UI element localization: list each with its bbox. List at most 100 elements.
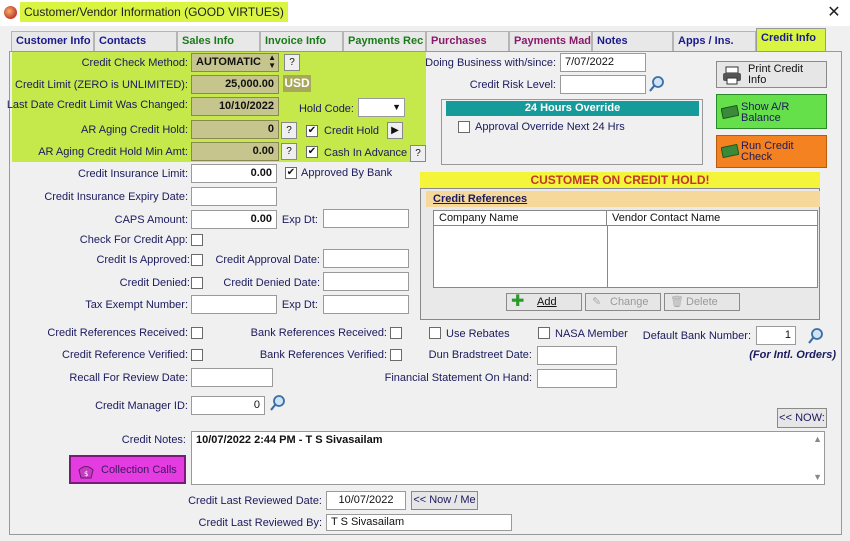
chevron-down-icon[interactable]: ▼ [392,99,401,116]
nasa-member-checkbox[interactable] [538,327,550,339]
ar-aging-hold-label: AR Aging Credit Hold: [81,124,188,136]
tab-payments-rec[interactable]: Payments Rec [343,31,426,51]
check-credit-app-label: Check For Credit App: [79,234,188,246]
credit-denied-date-field[interactable] [323,272,409,291]
tab-notes[interactable]: Notes [592,31,673,51]
add-reference-button[interactable]: ✚ Add [506,293,582,311]
tab-customer-info[interactable]: Customer Info [11,31,94,51]
column-header-vendor-contact[interactable]: Vendor Contact Name [607,211,817,226]
override-checkbox-label: Approval Override Next 24 Hrs [475,121,625,133]
change-reference-button[interactable]: ✎ Change [585,293,661,311]
caps-exp-dt-field[interactable] [323,209,409,228]
credit-approval-date-field[interactable] [323,249,409,268]
scroll-down-icon[interactable]: ▼ [813,472,822,482]
last-changed-field[interactable]: 10/10/2022 [191,97,279,116]
check-method-help-button[interactable]: ? [284,54,300,71]
use-rebates-checkbox[interactable] [429,327,441,339]
insurance-expiry-label: Credit Insurance Expiry Date: [44,191,188,203]
delete-reference-button[interactable]: 🗑 Delete [664,293,740,311]
tab-contacts[interactable]: Contacts [94,31,177,51]
scroll-up-icon[interactable]: ▲ [813,434,822,444]
last-changed-label: Last Date Credit Limit Was Changed: [6,99,188,111]
print-button-label: Print Credit Info [748,63,804,86]
credit-approved-label: Credit Is Approved: [96,254,190,266]
cr-verified-checkbox[interactable] [191,349,203,361]
caps-amount-label: CAPS Amount: [114,214,188,226]
check-method-select[interactable]: AUTOMATIC ▲ ▼ [191,53,279,72]
tab-apps-ins[interactable]: Apps / Ins. [673,31,756,51]
cash-in-advance-help-button[interactable]: ? [410,145,426,162]
credit-hold-arrow-button[interactable]: ▶ [387,122,403,139]
check-credit-app-checkbox[interactable] [191,234,203,246]
credit-manager-field[interactable]: 0 [191,396,265,415]
insurance-limit-field[interactable]: 0.00 [191,164,277,183]
tab-credit-info[interactable]: Credit Info [756,28,826,51]
tab-label: Contacts [99,35,147,47]
ar-aging-min-help-button[interactable]: ? [281,143,297,160]
tab-label: Payments Rec [348,35,424,47]
credit-denied-checkbox[interactable] [191,277,203,289]
override-title: 24 Hours Override [446,101,699,116]
financial-statement-label: Financial Statement On Hand: [384,372,532,384]
ar-aging-min-field[interactable]: 0.00 [191,142,279,161]
credit-approval-date-label: Credit Approval Date: [215,254,320,266]
column-header-company[interactable]: Company Name [434,211,607,226]
collection-calls-label: Collection Calls [101,464,177,476]
search-icon[interactable] [806,326,826,346]
override-checkbox[interactable] [458,121,470,133]
caps-amount-field[interactable]: 0.00 [191,210,277,229]
last-reviewed-date-label: Credit Last Reviewed Date: [188,495,322,507]
money-icon [720,143,740,161]
collection-calls-button[interactable]: $ Collection Calls [69,455,186,484]
change-label: Change [610,296,649,308]
printer-icon [722,65,742,88]
bank-verified-checkbox[interactable] [390,349,402,361]
tab-invoice-info[interactable]: Invoice Info [260,31,343,51]
tab-purchases[interactable]: Purchases [426,31,509,51]
tax-exempt-field[interactable] [191,295,277,314]
credit-notes-field[interactable]: 10/07/2022 2:44 PM - T S Sivasailam ▲ ▼ [191,431,825,485]
recall-review-field[interactable] [191,368,273,387]
nasa-member-label: NASA Member [555,328,628,340]
default-bank-field[interactable]: 1 [756,326,796,345]
currency-badge: USD [283,75,311,92]
search-icon[interactable] [268,393,288,413]
now-button[interactable]: << NOW: [777,408,827,428]
cash-in-advance-checkbox[interactable]: ✔ [306,146,318,158]
tab-sales-info[interactable]: Sales Info [177,31,260,51]
cash-in-advance-label: Cash In Advance [324,147,408,159]
insurance-expiry-field[interactable] [191,187,277,206]
last-reviewed-by-field[interactable]: T S Sivasailam [326,514,512,531]
spinner-icon[interactable]: ▲ ▼ [268,54,276,70]
credit-approved-checkbox[interactable] [191,254,203,266]
close-icon[interactable]: ✕ [824,3,844,23]
approved-by-bank-checkbox[interactable]: ✔ [285,167,297,179]
run-credit-check-button[interactable]: Run Credit Check [716,135,827,168]
credit-hold-checkbox[interactable]: ✔ [306,125,318,137]
cr-received-checkbox[interactable] [191,327,203,339]
hold-code-select[interactable]: ▼ [358,98,405,117]
credit-risk-field[interactable] [560,75,646,94]
run-credit-label: Run Credit Check [741,140,794,163]
window-title: Customer/Vendor Information (GOOD VIRTUE… [20,2,288,22]
print-credit-info-button[interactable]: Print Credit Info [716,61,827,88]
search-icon[interactable] [647,74,667,94]
now-me-button[interactable]: << Now / Me [411,491,478,510]
financial-statement-field[interactable] [537,369,617,388]
tab-payments-made[interactable]: Payments Made [509,31,592,51]
tab-label: Invoice Info [265,35,327,47]
default-bank-label: Default Bank Number: [642,330,751,342]
dun-bradstreet-field[interactable] [537,346,617,365]
ar-aging-hold-field[interactable]: 0 [191,120,279,139]
credit-manager-label: Credit Manager ID: [95,400,188,412]
tax-exp-dt-field[interactable] [323,295,409,314]
dun-bradstreet-label: Dun Bradstreet Date: [428,349,532,361]
show-ar-balance-button[interactable]: Show A/R Balance [716,94,827,129]
credit-limit-field[interactable]: 25,000.00 [191,75,279,94]
ar-aging-hold-help-button[interactable]: ? [281,122,297,139]
doing-business-field[interactable]: 7/07/2022 [560,53,646,72]
bank-received-checkbox[interactable] [390,327,402,339]
tab-label: Purchases [431,35,487,47]
last-reviewed-date-field[interactable]: 10/07/2022 [326,491,406,510]
tab-label: Payments Made [514,35,592,47]
